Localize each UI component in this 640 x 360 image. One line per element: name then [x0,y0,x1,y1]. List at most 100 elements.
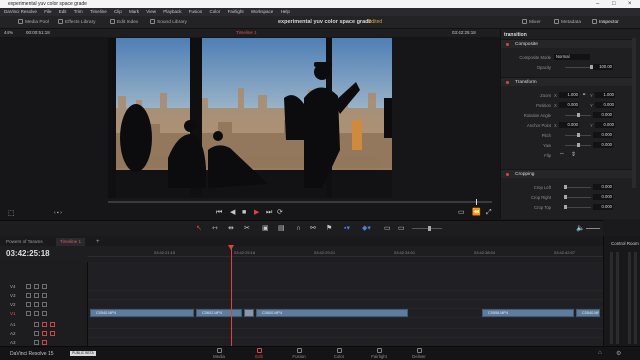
overwrite-clip-icon[interactable]: ▤ [278,224,285,233]
flip-vertical-icon[interactable]: ⇕ [571,151,576,158]
menu-item[interactable]: DaVinci Resolve [4,9,37,14]
enable-dot-icon[interactable] [506,173,509,176]
mute-icon[interactable] [42,331,47,336]
lane-v1[interactable]: C0540.MP4 C0602.MP4 C0600.MP4 C0598.MP4 … [88,309,603,318]
pitch-slider-handle[interactable] [577,133,580,137]
cropping-section-header[interactable]: Cropping [501,169,633,178]
menu-item[interactable]: Timeline [90,9,107,14]
viewer-timeline-name[interactable]: Timeline 1 [236,29,257,37]
auto-select-icon[interactable] [34,302,39,307]
auto-select-icon[interactable] [34,311,39,316]
track-lanes[interactable]: C0540.MP4 C0602.MP4 C0600.MP4 C0598.MP4 … [88,262,603,347]
page-fairlight[interactable]: Fairlight [364,348,394,359]
track-header-a2[interactable]: A2 [0,329,88,338]
enable-dot-icon[interactable] [506,81,509,84]
opacity-slider[interactable] [565,67,591,68]
crop-left-value[interactable]: 0.000 [593,184,613,190]
menu-item[interactable]: Trim [74,9,83,14]
flag-icon[interactable]: ⚑ [326,224,332,233]
crop-left-handle[interactable] [564,185,567,189]
opacity-value[interactable]: 100.00 [593,64,613,70]
lane-v3[interactable] [88,291,603,300]
zoom-dropdown-icon[interactable]: ‹ ▪ › [54,209,62,218]
video-visible-icon[interactable] [42,311,47,316]
page-fusion[interactable]: Fusion [284,348,314,359]
go-to-start-icon[interactable]: ⏮ [216,208,222,217]
video-visible-icon[interactable] [42,284,47,289]
anchor-y-field[interactable]: 0.000 [595,122,615,128]
rotation-slider-handle[interactable] [577,113,580,117]
track-header-v2[interactable]: V2 [0,300,88,309]
playhead[interactable] [231,248,232,346]
solo-icon[interactable] [34,340,39,345]
solo-icon[interactable] [34,322,39,327]
track-header-v3[interactable]: V3 [0,291,88,300]
menu-item[interactable]: Color [210,9,221,14]
settings-icon[interactable]: ⚙ [616,350,621,357]
blade-tool-icon[interactable]: ✂ [244,224,250,233]
flip-horizontal-icon[interactable]: ⇔ [559,151,565,157]
solo-icon[interactable] [34,331,39,336]
mute-icon[interactable] [42,340,47,345]
selection-tool-icon[interactable]: ↖ [196,224,202,233]
timeline-clip[interactable]: C0600.MP4 [256,309,408,317]
composite-mode-select[interactable]: Normal [554,54,590,60]
volume-icon[interactable]: 🔈 [576,224,585,233]
menu-item[interactable]: Help [281,9,290,14]
position-x-field[interactable]: 0.000 [559,102,579,108]
metadata-button[interactable]: Metadata [554,18,581,27]
inspector-button[interactable]: Inspector [592,18,619,27]
mute-icon[interactable] [42,322,47,327]
menu-item[interactable]: Playback [163,9,181,14]
record-arm-icon[interactable] [50,331,55,336]
menu-item[interactable]: Edit [59,9,67,14]
trim-tool-icon[interactable]: ⇿ [212,224,218,233]
zoom-y-field[interactable]: 1.000 [595,92,615,98]
crop-right-handle[interactable] [564,195,567,199]
video-visible-icon[interactable] [42,293,47,298]
volume-slider[interactable] [586,228,600,229]
zoom-x-field[interactable]: 1.000 [559,92,579,98]
menu-item[interactable]: File [44,9,51,14]
home-icon[interactable]: ⌂ [598,350,602,356]
crop-top-slider[interactable] [565,207,591,208]
match-frame-icon[interactable]: ▭ [458,208,465,217]
video-visible-icon[interactable] [42,302,47,307]
viewer-scrubber[interactable] [108,201,492,203]
enable-dot-icon[interactable] [506,43,509,46]
lock-icon[interactable] [26,311,31,316]
play-reverse-icon[interactable]: ◀ [230,208,235,217]
page-edit[interactable]: Edit [244,348,274,359]
timeline-clip[interactable]: C0598.MP4 [482,309,574,317]
crop-top-value[interactable]: 0.000 [593,204,613,210]
timeline-viewer[interactable]: ⬚ ‹ ▪ › ⏮ ◀ ■ ▶ ⏭ ⟳ ▭ ⏪ ⤢ [0,37,500,220]
menu-item[interactable]: Fairlight [228,9,244,14]
crop-top-handle[interactable] [564,205,567,209]
page-color[interactable]: Color [324,348,354,359]
timeline-ruler[interactable]: 03:42:21:15 03:42:25:18 03:42:29:21 03:4… [88,248,603,257]
rotation-value[interactable]: 0.000 [593,112,613,118]
crop-right-slider[interactable] [565,197,591,198]
timeline-zoom-slider[interactable] [412,228,442,229]
snapping-icon[interactable]: ∩ [296,224,301,233]
composite-section-header[interactable]: Composite [501,39,633,48]
crop-left-slider[interactable] [565,187,591,188]
go-to-end-icon[interactable]: ⏭ [266,208,272,217]
marker-icon[interactable]: ◆▾ [362,224,371,233]
transition-marker[interactable] [244,309,254,317]
prev-edit-icon[interactable]: ⏪ [472,208,481,217]
scrubber-handle[interactable] [476,199,477,205]
loop-icon[interactable]: ⟳ [277,208,283,217]
page-media[interactable]: Media [204,348,234,359]
transform-section-header[interactable]: Transform [501,77,633,86]
anchor-x-field[interactable]: 0.000 [559,122,579,128]
pitch-value[interactable]: 0.000 [593,132,613,138]
add-timeline-icon[interactable]: + [96,238,100,246]
zoom-detail-icon[interactable]: ▭ [398,224,405,233]
menu-item[interactable]: View [146,9,156,14]
stop-icon[interactable]: ■ [242,208,246,217]
track-header-v4[interactable]: V4 [0,282,88,291]
auto-select-icon[interactable] [34,284,39,289]
dynamic-trim-icon[interactable]: ⇹ [228,224,234,233]
minimize-button[interactable]: – [596,0,599,8]
